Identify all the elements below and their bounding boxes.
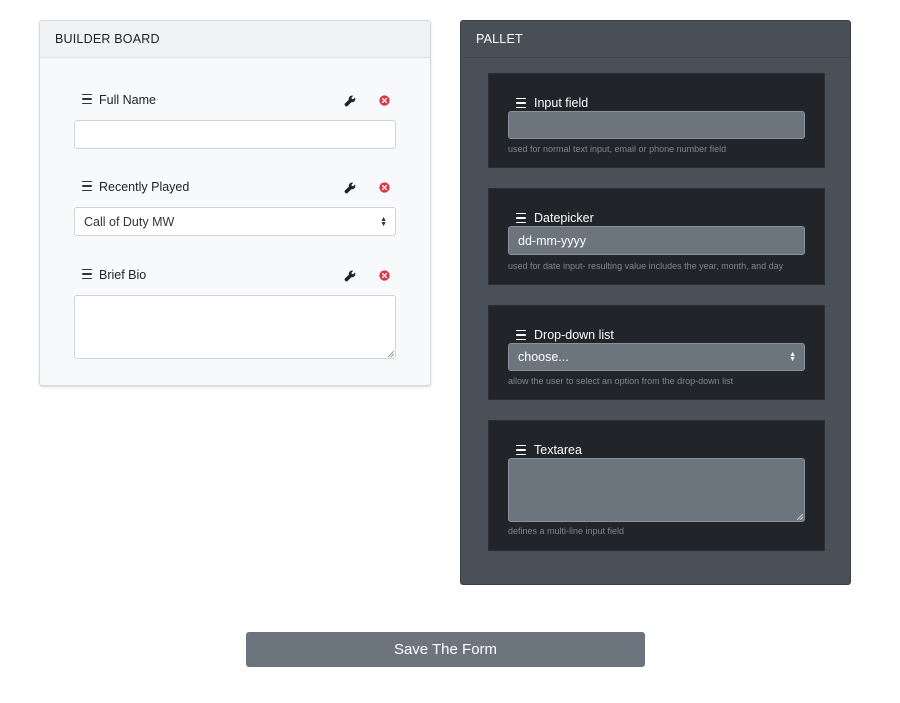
field-label: Full Name: [99, 93, 156, 107]
pallet-item-datepicker[interactable]: Datepicker dd-mm-yyyy used for date inpu…: [488, 188, 825, 285]
field-label: Brief Bio: [99, 268, 147, 282]
select-value: Call of Duty MW: [84, 214, 175, 229]
drag-handle-icon[interactable]: [516, 98, 526, 108]
drag-handle-icon[interactable]: [516, 213, 526, 223]
builder-field-brief-bio[interactable]: Brief Bio: [74, 268, 397, 359]
field-label: Recently Played: [99, 180, 190, 194]
drag-handle-icon[interactable]: [82, 269, 92, 279]
pallet-item-label: Drop-down list: [534, 328, 614, 342]
select-value: choose...: [518, 350, 569, 364]
remove-circle-icon[interactable]: [379, 182, 390, 193]
pallet-item-help: used for date input- resulting value inc…: [508, 261, 784, 271]
field-header: Full Name: [74, 93, 397, 113]
field-header: Brief Bio: [74, 268, 397, 288]
pallet-item-label: Textarea: [534, 443, 582, 457]
field-header: Recently Played: [74, 180, 397, 200]
full-name-input[interactable]: [74, 120, 396, 149]
builder-field-recently-played[interactable]: Recently Played Call of Duty MW ▲ ▼: [74, 180, 397, 236]
pallet: PALLET Input field used for normal text …: [460, 20, 851, 585]
wrench-icon[interactable]: [344, 182, 356, 194]
remove-circle-icon[interactable]: [379, 270, 390, 281]
drag-handle-icon[interactable]: [516, 445, 526, 455]
brief-bio-textarea[interactable]: [74, 295, 396, 359]
pallet-datepicker-input[interactable]: dd-mm-yyyy: [508, 226, 805, 255]
resize-grip-icon[interactable]: [797, 514, 803, 520]
wrench-icon[interactable]: [344, 270, 356, 282]
save-form-button[interactable]: Save The Form: [246, 632, 645, 667]
pallet-item-label: Datepicker: [534, 211, 594, 225]
drag-handle-icon[interactable]: [82, 94, 92, 104]
pallet-input-field[interactable]: [508, 111, 805, 139]
pallet-item-input-field[interactable]: Input field used for normal text input, …: [488, 73, 825, 168]
builder-board-title: BUILDER BOARD: [40, 21, 430, 58]
pallet-textarea[interactable]: [508, 458, 805, 522]
resize-grip-icon[interactable]: [388, 351, 394, 357]
select-arrows-icon: ▲ ▼: [380, 215, 387, 228]
pallet-item-dropdown[interactable]: Drop-down list choose... ▲ ▼ allow the us…: [488, 305, 825, 400]
drag-handle-icon[interactable]: [516, 330, 526, 340]
builder-field-full-name[interactable]: Full Name: [74, 93, 397, 149]
drag-handle-icon[interactable]: [82, 181, 92, 191]
pallet-dropdown-select[interactable]: choose... ▲ ▼: [508, 343, 805, 371]
recently-played-select[interactable]: Call of Duty MW ▲ ▼: [74, 207, 396, 236]
pallet-title: PALLET: [461, 21, 850, 58]
wrench-icon[interactable]: [344, 95, 356, 107]
pallet-item-help: defines a multi-line input field: [508, 526, 625, 536]
pallet-item-textarea[interactable]: Textarea defines a multi-line input fiel…: [488, 420, 825, 551]
pallet-item-label: Input field: [534, 96, 589, 110]
select-arrows-icon: ▲ ▼: [789, 351, 796, 363]
remove-circle-icon[interactable]: [379, 95, 390, 106]
pallet-item-help: used for normal text input, email or pho…: [508, 144, 727, 154]
pallet-item-help: allow the user to select an option from …: [508, 376, 734, 386]
builder-board: BUILDER BOARD Full Name Recently Played: [39, 20, 431, 386]
